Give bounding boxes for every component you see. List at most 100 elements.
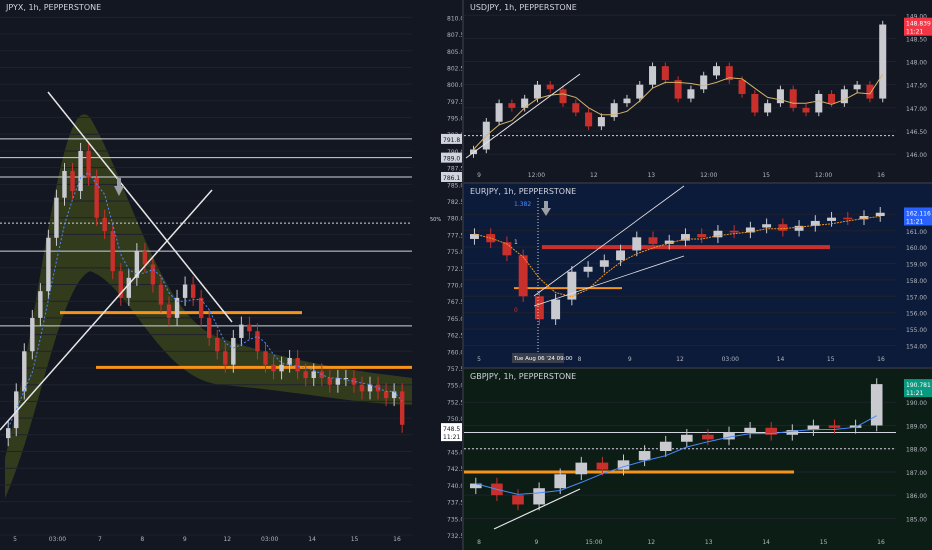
jpyx-candle-body bbox=[54, 197, 59, 238]
jpyx-y-tick-label: 805.0 bbox=[447, 49, 462, 56]
eurjpy-candle-body bbox=[534, 296, 544, 320]
jpyx-y-tick-label: 785.0 bbox=[447, 182, 462, 189]
gbpjpy-candle-body bbox=[554, 474, 567, 489]
jpyx-fib-label: 50% bbox=[430, 217, 441, 223]
jpyx-candle-body bbox=[239, 324, 244, 338]
eurjpy-x-tick-label: 12 bbox=[676, 356, 684, 363]
usdjpy-candle-body bbox=[661, 66, 669, 81]
usdjpy-candle-body bbox=[623, 98, 631, 104]
jpyx-candle-body bbox=[110, 231, 115, 272]
jpyx-candle-body bbox=[150, 264, 156, 285]
gbpjpy-chart[interactable]: 190.00 189.00 188.00 187.00 186.00 185.00 8 9 15… bbox=[464, 369, 932, 550]
eurjpy-chart[interactable]: 162.00161.00160.00159.00158.00157.00156.… bbox=[464, 184, 932, 367]
jpyx-y-tick-label: 810.0 bbox=[447, 15, 462, 22]
usdjpy-x-tick-label: 12:00 bbox=[528, 172, 545, 179]
jpyx-candle-body bbox=[295, 357, 300, 372]
eurjpy-panel[interactable]: EURJPY, 1h, PEPPERSTONE 162.00161.00160.… bbox=[464, 184, 932, 367]
jpyx-y-tick-label: 780.0 bbox=[447, 216, 462, 223]
gbpjpy-candle-body bbox=[744, 427, 756, 433]
eurjpy-candle-body bbox=[810, 220, 820, 226]
jpyx-candle-body bbox=[166, 304, 172, 318]
jpyx-candle-body bbox=[38, 291, 43, 318]
eurjpy-moving-average bbox=[474, 215, 881, 298]
gbpjpy-y-tick-label: 190.00 bbox=[906, 400, 927, 407]
jpyx-y-tick-label: 800.0 bbox=[447, 82, 462, 89]
jpyx-x-tick-label: 15 bbox=[351, 536, 359, 543]
gbpjpy-candle-body bbox=[681, 434, 693, 442]
usdjpy-x-tick-label: 12:00 bbox=[700, 172, 717, 179]
eurjpy-candle-body bbox=[632, 237, 642, 251]
gbpjpy-candle-body bbox=[596, 462, 609, 470]
jpyx-x-tick-label: 9 bbox=[183, 536, 187, 543]
jpyx-x-tick-label: 8 bbox=[140, 536, 144, 543]
usdjpy-y-tick-label: 148.00 bbox=[906, 60, 927, 67]
jpyx-y-tick-label: 755.0 bbox=[447, 383, 462, 390]
gbpjpy-y-tick-label: 186.00 bbox=[906, 493, 927, 500]
jpyx-chart[interactable]: 810.0807.5805.0802.5800.0797.5795.0792.5… bbox=[0, 0, 462, 550]
eurjpy-candle-body bbox=[616, 250, 626, 261]
jpyx-candle-body bbox=[207, 317, 212, 338]
usdjpy-candle-body bbox=[789, 89, 797, 108]
jpyx-candle-body bbox=[158, 284, 164, 305]
usdjpy-candle-body bbox=[828, 93, 836, 104]
jpyx-time-label: 11:21 bbox=[443, 434, 460, 441]
gbpjpy-candle-body bbox=[575, 462, 588, 475]
jpyx-candle-body bbox=[335, 378, 341, 385]
eurjpy-candle-body bbox=[713, 230, 723, 238]
usdjpy-candle-body bbox=[546, 84, 554, 90]
eurjpy-candle-body bbox=[745, 227, 755, 233]
jpyx-candle-body bbox=[383, 391, 389, 399]
jpyx-candle-body bbox=[231, 337, 236, 365]
jpyx-candle-body bbox=[311, 371, 316, 379]
usdjpy-candle-body bbox=[776, 89, 784, 104]
gbpjpy-x-tick-label: 15:00 bbox=[585, 539, 602, 546]
eurjpy-y-tick-label: 155.00 bbox=[906, 327, 927, 334]
usdjpy-chart[interactable]: 149.00148.50148.00147.50147.00146.50146.… bbox=[464, 0, 932, 182]
jpyx-candle-body bbox=[391, 391, 397, 399]
gbpjpy-x-tick-label: 12 bbox=[647, 539, 655, 546]
eurjpy-candle-body bbox=[875, 212, 885, 217]
gbpjpy-panel[interactable]: GBPJPY, 1h, PEPPERSTONE 190.00 189.00 188.… bbox=[464, 369, 932, 550]
jpyx-candle-body bbox=[190, 284, 196, 298]
eurjpy-time-label: 11:21 bbox=[906, 218, 923, 225]
usdjpy-x-tick-label: 16 bbox=[877, 172, 885, 179]
jpyx-candle-body bbox=[327, 378, 333, 385]
jpyx-candle-body bbox=[30, 317, 35, 352]
usdjpy-candle-body bbox=[866, 84, 874, 99]
jpyx-candle-body bbox=[247, 324, 252, 332]
eurjpy-x-tick-label: 15 bbox=[827, 356, 835, 363]
jpyx-candle-body bbox=[263, 351, 268, 365]
jpyx-candle-body bbox=[399, 391, 405, 425]
jpyx-x-tick-label: 03:00 bbox=[49, 536, 66, 543]
jpyx-candle-body bbox=[287, 357, 292, 365]
usdjpy-x-tick-label: 13 bbox=[647, 172, 655, 179]
eurjpy-y-tick-label: 158.00 bbox=[906, 278, 927, 285]
jpyx-candle-body bbox=[78, 150, 83, 192]
eurjpy-candle-body bbox=[599, 260, 609, 267]
jpyx-last-price-label: 748.5 bbox=[443, 426, 460, 433]
eurjpy-y-tick-label: 159.00 bbox=[906, 262, 927, 269]
jpyx-y-tick-label: 802.5 bbox=[447, 65, 462, 72]
eurjpy-y-tick-label: 161.00 bbox=[906, 229, 927, 236]
gbpjpy-x-tick-label: 15 bbox=[820, 539, 828, 546]
jpyx-candle-body bbox=[6, 428, 11, 439]
eurjpy-marker-one: 1 bbox=[514, 239, 518, 246]
jpyx-candle-body bbox=[303, 371, 308, 379]
jpyx-y-tick-label: 787.5 bbox=[447, 166, 462, 173]
jpyx-x-tick-label: 03:00 bbox=[261, 536, 278, 543]
jpyx-candle-body bbox=[102, 217, 107, 232]
gbpjpy-y-tick-label: 188.00 bbox=[906, 447, 927, 454]
eurjpy-candle-body bbox=[551, 299, 561, 320]
jpyx-y-tick-label: 782.5 bbox=[447, 199, 462, 206]
gbpjpy-candle-body bbox=[638, 451, 651, 461]
jpyx-panel[interactable]: JPYX, 1h, PEPPERSTONE 810.0807.5805.0802… bbox=[0, 0, 462, 550]
jpyx-y-tick-label: 807.5 bbox=[447, 32, 462, 39]
jpyx-y-tick-label: 770.0 bbox=[447, 283, 462, 290]
usdjpy-candle-body bbox=[636, 84, 644, 99]
gbpjpy-y-tick-label: 189.00 bbox=[906, 423, 927, 430]
usdjpy-candle-body bbox=[585, 112, 593, 127]
eurjpy-candle-body bbox=[729, 230, 739, 233]
usdjpy-panel[interactable]: USDJPY, 1h, PEPPERSTONE 149.00 148.50 148.… bbox=[464, 0, 932, 182]
usdjpy-x-tick-label: 12:00 bbox=[815, 172, 832, 179]
usdjpy-x-tick-label: 12 bbox=[590, 172, 598, 179]
